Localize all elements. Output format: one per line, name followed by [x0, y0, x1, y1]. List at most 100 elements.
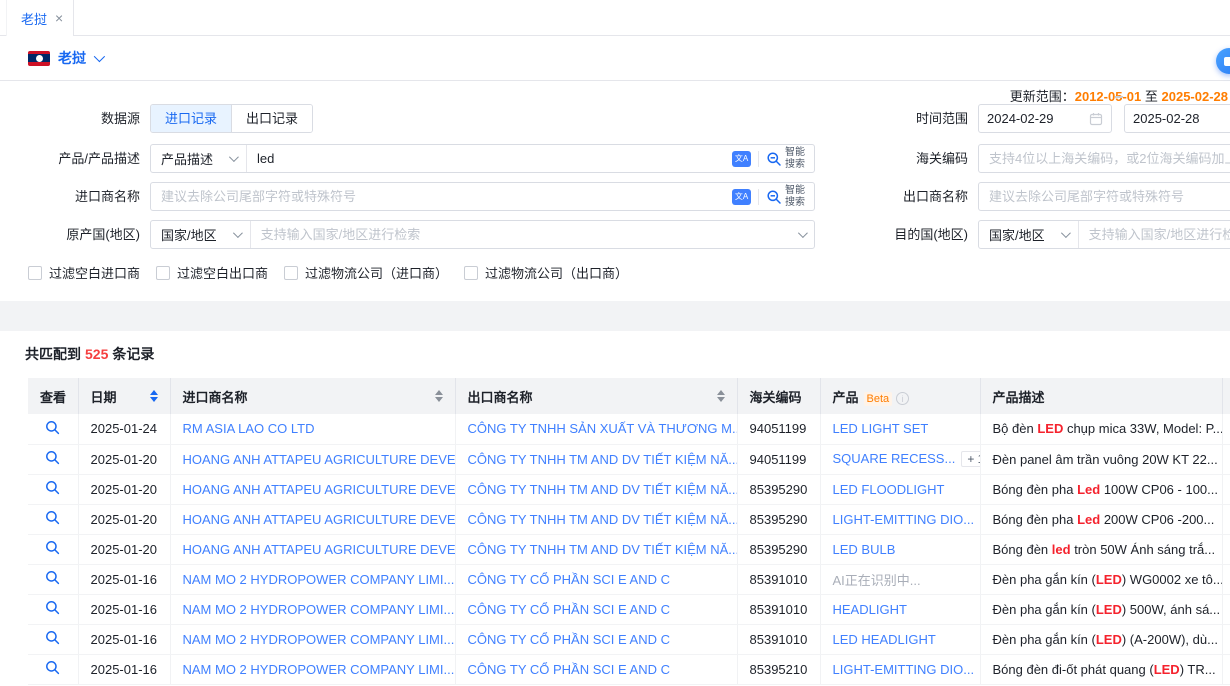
importer-link[interactable]: HOANG ANH ATTAPEU AGRICULTURE DEVE...	[183, 512, 456, 527]
product-search-input[interactable]	[247, 145, 732, 172]
view-record-button[interactable]	[45, 480, 60, 495]
hs-code-label: 海关编码	[830, 144, 968, 173]
importer-link[interactable]: RM ASIA LAO CO LTD	[183, 421, 315, 436]
product-tag-link[interactable]: LED LIGHT SET	[833, 421, 929, 436]
checkbox-icon[interactable]	[156, 266, 170, 280]
cell-date: 2025-01-16	[78, 624, 170, 654]
importer-link[interactable]: NAM MO 2 HYDROPOWER COMPANY LIMI...	[183, 632, 455, 647]
view-record-button[interactable]	[45, 600, 60, 615]
exporter-name-input[interactable]	[979, 183, 1230, 210]
product-tag-link[interactable]: AI正在识别中...	[833, 573, 921, 588]
translate-icon[interactable]: 文A	[732, 189, 751, 205]
cell-hs-code: 85395290	[737, 534, 820, 564]
product-tag-link[interactable]: LED HEADLIGHT	[833, 632, 936, 647]
product-tag-link[interactable]: SQUARE RECESS...	[833, 451, 956, 466]
sort-exporter[interactable]	[717, 390, 725, 402]
importer-name-label: 进口商名称	[0, 182, 140, 211]
checkbox-icon[interactable]	[28, 266, 42, 280]
update-range-from: 2012-05-01	[1075, 89, 1142, 104]
importer-link[interactable]: HOANG ANH ATTAPEU AGRICULTURE DEVE...	[183, 542, 456, 557]
tab-laos[interactable]: 老挝 ×	[6, 0, 74, 36]
checkbox-filter-blank-importer[interactable]: 过滤空白进口商	[28, 263, 140, 282]
filter-checkbox-row: 过滤空白进口商 过滤空白出口商 过滤物流公司（进口商） 过滤物流公司（出口商）	[28, 263, 628, 282]
col-hs-code: 海关编码	[737, 378, 820, 414]
view-record-button[interactable]	[45, 510, 60, 525]
translate-icon[interactable]: 文A	[732, 151, 751, 167]
chevron-down-icon	[233, 228, 243, 238]
table-row: 2025-01-16 NAM MO 2 HYDROPOWER COMPANY L…	[28, 624, 1230, 654]
exporter-link[interactable]: CÔNG TY TNHH TM AND DV TIẾT KIỆM NĂ...	[468, 452, 738, 467]
exporter-link[interactable]: CÔNG TY TNHH SẢN XUẤT VÀ THƯƠNG M...	[468, 421, 738, 436]
cell-date: 2025-01-20	[78, 504, 170, 534]
destination-country-input[interactable]	[1079, 221, 1230, 248]
exporter-link[interactable]: CÔNG TY TNHH TM AND DV TIẾT KIỆM NĂ...	[468, 512, 738, 527]
product-tag-link[interactable]: LED BULB	[833, 542, 896, 557]
view-record-button[interactable]	[45, 540, 60, 555]
cell-hs-code: 85391010	[737, 624, 820, 654]
update-range: 更新范围：2012-05-01 至 2025-02-28	[850, 86, 1228, 105]
time-range-label: 时间范围	[830, 104, 968, 133]
cell-product-description: Bộ đèn LED chụp mica 33W, Model: P...	[980, 414, 1222, 444]
product-tag-link[interactable]: HEADLIGHT	[833, 602, 907, 617]
end-date-input[interactable]: 2025-02-28	[1124, 104, 1230, 133]
chevron-down-icon	[229, 152, 239, 162]
sort-importer[interactable]	[435, 390, 443, 402]
magnifier-icon	[45, 450, 60, 465]
tab-bar: 老挝 ×	[0, 0, 1230, 36]
importer-link[interactable]: HOANG ANH ATTAPEU AGRICULTURE DEVE...	[183, 452, 456, 467]
importer-link[interactable]: NAM MO 2 HYDROPOWER COMPANY LIMI...	[183, 602, 455, 617]
table-row: 2025-01-20 HOANG ANH ATTAPEU AGRICULTURE…	[28, 504, 1230, 534]
smart-search-button[interactable]: 智能 搜索	[766, 185, 805, 208]
exporter-link[interactable]: CÔNG TY CỔ PHẦN SCI E AND C	[468, 632, 671, 647]
data-source-segment: 进口记录 出口记录	[150, 104, 313, 133]
checkbox-filter-blank-exporter[interactable]: 过滤空白出口商	[156, 263, 268, 282]
product-tag-link[interactable]: LIGHT-EMITTING DIO...	[833, 512, 975, 527]
view-record-button[interactable]	[45, 450, 60, 465]
view-record-button[interactable]	[45, 660, 60, 675]
exporter-name-label: 出口商名称	[830, 182, 968, 211]
destination-country-select[interactable]: 国家/地区	[979, 221, 1079, 248]
view-record-button[interactable]	[45, 570, 60, 585]
col-extra	[1222, 378, 1230, 414]
product-type-select[interactable]: 产品描述	[151, 145, 247, 172]
info-icon[interactable]: i	[896, 392, 909, 405]
checkbox-filter-logistics-exporter[interactable]: 过滤物流公司（出口商）	[464, 263, 628, 282]
cell-date: 2025-01-20	[78, 534, 170, 564]
cell-hs-code: 85391010	[737, 564, 820, 594]
importer-link[interactable]: HOANG ANH ATTAPEU AGRICULTURE DEVE...	[183, 482, 456, 497]
cell-product-description: Bóng đèn pha Led 200W CP06 -200...	[980, 504, 1222, 534]
filter-panel: 更新范围：2012-05-01 至 2025-02-28 数据源 进口记录 出口…	[0, 82, 1230, 301]
col-date: 日期	[78, 378, 170, 414]
checkbox-icon[interactable]	[284, 266, 298, 280]
tab-export-records[interactable]: 出口记录	[231, 105, 312, 132]
exporter-link[interactable]: CÔNG TY CỔ PHẦN SCI E AND C	[468, 662, 671, 677]
origin-country-input[interactable]	[251, 221, 790, 248]
view-record-button[interactable]	[45, 420, 60, 435]
cell-hs-code: 94051199	[737, 414, 820, 444]
origin-country-select[interactable]: 国家/地区	[151, 221, 251, 248]
chevron-down-icon[interactable]	[94, 51, 105, 62]
view-record-button[interactable]	[45, 630, 60, 645]
product-more-badge[interactable]: + 1	[961, 451, 980, 467]
start-date-input[interactable]: 2024-02-29	[978, 104, 1112, 133]
exporter-link[interactable]: CÔNG TY TNHH TM AND DV TIẾT KIỆM NĂ...	[468, 482, 738, 497]
tab-import-records[interactable]: 进口记录	[151, 105, 231, 132]
product-tag-link[interactable]: LED FLOODLIGHT	[833, 482, 945, 497]
exporter-link[interactable]: CÔNG TY TNHH TM AND DV TIẾT KIỆM NĂ...	[468, 542, 738, 557]
exporter-link[interactable]: CÔNG TY CỔ PHẦN SCI E AND C	[468, 602, 671, 617]
checkbox-filter-logistics-importer[interactable]: 过滤物流公司（进口商）	[284, 263, 448, 282]
importer-link[interactable]: NAM MO 2 HYDROPOWER COMPANY LIMI...	[183, 572, 455, 587]
cell-hs-code: 85395290	[737, 504, 820, 534]
checkbox-icon[interactable]	[464, 266, 478, 280]
sort-date[interactable]	[150, 390, 158, 402]
cell-date: 2025-01-20	[78, 444, 170, 474]
exporter-link[interactable]: CÔNG TY CỔ PHẦN SCI E AND C	[468, 572, 671, 587]
importer-name-input[interactable]	[151, 183, 732, 210]
hs-code-input[interactable]	[979, 145, 1230, 172]
smart-search-button[interactable]: 智能 搜索	[766, 147, 805, 170]
close-icon[interactable]: ×	[55, 11, 63, 25]
importer-link[interactable]: NAM MO 2 HYDROPOWER COMPANY LIMI...	[183, 662, 455, 677]
country-name[interactable]: 老挝	[58, 48, 86, 68]
product-tag-link[interactable]: LIGHT-EMITTING DIO...	[833, 662, 975, 677]
cell-date: 2025-01-16	[78, 594, 170, 624]
